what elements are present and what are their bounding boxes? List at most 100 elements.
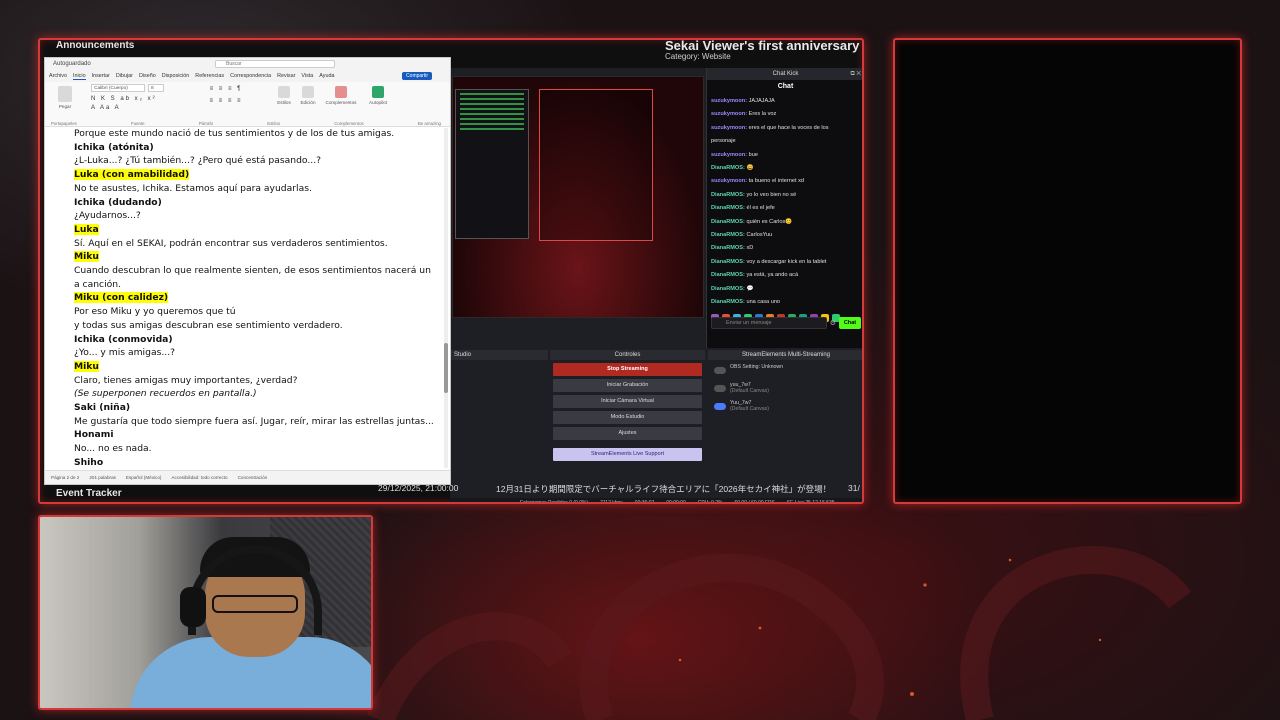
kick-chat-panel: Chat Kick ⧉ ✕ Chat suzukymoon: JAJAJAJA s… (706, 68, 862, 348)
chat-input-row: Enviar un mensaje ⚙ Chat (711, 316, 861, 330)
menu-tab[interactable]: Vista (301, 73, 313, 79)
document-line: Ichika (atónita) (74, 141, 154, 153)
chat-send-button[interactable]: Chat (839, 317, 861, 329)
sekai-anniversary-title: Sekai Viewer's first anniversary (665, 38, 860, 53)
document-line: Porque este mundo nació de tus sentimien… (74, 128, 395, 139)
controls-dock: Controles Stop Streaming Iniciar Grabaci… (550, 350, 705, 488)
stop-streaming-button[interactable]: Stop Streaming (553, 363, 702, 376)
addins-button[interactable]: Complementos (323, 84, 359, 124)
chat-input[interactable]: Enviar un mensaje (711, 317, 827, 329)
status-item: Concentración (237, 475, 268, 480)
menu-tab[interactable]: Inicio (72, 73, 86, 80)
chat-text: quién es Carlos😊 (746, 218, 793, 225)
styles-button[interactable]: Estilos (273, 84, 295, 124)
chat-username[interactable]: DianaRMOS: (711, 219, 745, 225)
chat-username[interactable]: suzukymoon: (711, 98, 747, 104)
obs-preview[interactable] (452, 76, 704, 318)
multistream-title: StreamElements Multi-Streaming (708, 350, 862, 360)
menu-tab[interactable]: Insertar (92, 73, 110, 79)
document-line: No te asustes, Ichika. Estamos aquí para… (74, 182, 312, 194)
menu-tab[interactable]: Ayuda (319, 73, 334, 79)
menu-tab[interactable]: Correspondencia (230, 73, 271, 79)
chat-message: suzukymoon: bue (711, 149, 860, 162)
chat-message: personaje (711, 135, 860, 148)
ms-row-obs: OBS Setting: Unknown (712, 364, 860, 378)
studio-dock-title: Studio (450, 350, 548, 360)
search-input[interactable]: Buscar (215, 60, 335, 68)
chat-message: DianaRMOS: 💬 (711, 283, 860, 296)
document-page[interactable]: Porque este mundo nació de tus sentimien… (45, 127, 450, 471)
share-button[interactable]: Compartir (402, 72, 432, 80)
chat-username[interactable]: DianaRMOS: (711, 245, 745, 251)
chat-message: DianaRMOS: voy a descargar kick en la ta… (711, 256, 860, 269)
font-size-select[interactable]: 8 (148, 84, 164, 92)
chat-username[interactable]: DianaRMOS: (711, 286, 745, 292)
chat-username[interactable]: DianaRMOS: (711, 299, 745, 305)
document-line: (Se superponen recuerdos en pantalla.) (74, 388, 257, 400)
obs-status-item: 00:00:00 (666, 500, 686, 504)
document-line: Me gustaría que todo siempre fuera así. … (74, 415, 434, 427)
chat-username[interactable]: DianaRMOS: (711, 259, 745, 265)
menu-tab[interactable]: Disposición (162, 73, 190, 79)
chat-username[interactable]: suzukymoon: (711, 152, 747, 158)
webcam-feed (40, 517, 371, 708)
chat-username[interactable]: suzukymoon: (711, 125, 747, 131)
chat-username[interactable]: suzukymoon: (711, 178, 747, 184)
font-name-select[interactable]: Calibri (Cuerpo) (91, 84, 145, 92)
obs-status-item: SE.Live 25.12.15.535 (786, 500, 835, 504)
close-icon[interactable]: ⧉ ✕ (850, 68, 861, 80)
chat-message: DianaRMOS: CarlosYuu (711, 229, 860, 242)
chat-username[interactable]: DianaRMOS: (711, 205, 745, 211)
chat-text: él es el jefe (746, 205, 775, 212)
document-line: ¿Ayudarnos...? (74, 210, 141, 222)
ticker-text: 12月31日より期間限定でバーチャルライフ待合エリアに「2026年セカイ神社」が… (496, 484, 832, 494)
chat-username[interactable]: DianaRMOS: (711, 165, 745, 171)
chat-text: una casa uno (746, 299, 781, 306)
document-line: ¿Yo... y mis amigas...? (74, 347, 175, 359)
toggle[interactable] (714, 367, 726, 374)
chat-username[interactable]: DianaRMOS: (711, 272, 745, 278)
document-line: Honami (74, 429, 114, 441)
word-menu-bar: Archivo Inicio Insertar Dibujar Diseño Dispos… (45, 70, 450, 82)
studio-mode-button[interactable]: Modo Estudio (553, 411, 702, 424)
paste-button[interactable]: Pegar (51, 84, 79, 124)
toggle[interactable] (714, 385, 726, 392)
menu-tab[interactable]: Dibujar (116, 73, 133, 79)
document-text[interactable]: Porque este mundo nació de tus sentimien… (74, 127, 434, 470)
menu-tab[interactable]: Diseño (139, 73, 156, 79)
document-line: No... no es nada. (74, 443, 152, 455)
chat-text: 😄 (746, 165, 754, 172)
word-ribbon: Pegar Calibri (Cuerpo) 8 N K S ab x₂ x² … (45, 82, 450, 127)
controls-title: Controles (550, 350, 705, 360)
menu-tab[interactable]: Referencias (195, 73, 224, 79)
obs-status-item: CPU: 9.2% (697, 500, 723, 504)
document-line: Claro, tienes amigas muy importantes, ¿v… (74, 374, 298, 386)
paragraph-group[interactable]: ≡ ≡ ≡ ¶ ≡ ≡ ≡ ≡ (189, 84, 263, 124)
settings-button[interactable]: Ajustes (553, 427, 702, 440)
chat-messages: suzukymoon: JAJAJAJA suzukymoon: Eres la … (707, 93, 862, 312)
gear-icon[interactable]: ⚙ (830, 319, 836, 327)
live-support-button[interactable]: StreamElements Live Support (553, 448, 702, 461)
document-line: Cuando descubran lo que realmente siente… (74, 265, 431, 277)
chat-username[interactable]: DianaRMOS: (711, 192, 745, 198)
status-item: 201 palabras (89, 475, 116, 480)
obs-status-item: 00:36:07 (634, 500, 655, 504)
chat-message: DianaRMOS: él es el jefe (711, 202, 860, 215)
chat-text: eres el que hace la voces de los (748, 124, 829, 131)
autopilot-button[interactable]: Autopilot (363, 84, 393, 124)
format-buttons[interactable]: N K S ab x₂ x² (91, 96, 171, 102)
document-line: Luka (74, 223, 99, 235)
toggle[interactable] (714, 403, 726, 410)
empty-panel-frame (893, 38, 1242, 504)
editing-button[interactable]: Edición (297, 84, 319, 124)
virtual-camera-button[interactable]: Iniciar Cámara Virtual (553, 395, 702, 408)
chat-username[interactable]: DianaRMOS: (711, 232, 745, 238)
chat-window-title: Chat Kick ⧉ ✕ (707, 68, 862, 80)
start-recording-button[interactable]: Iniciar Grabación (553, 379, 702, 392)
chat-username[interactable]: suzukymoon: (711, 111, 747, 117)
color-buttons[interactable]: A Aa A (91, 105, 171, 111)
scrollbar[interactable] (444, 128, 448, 468)
menu-tab[interactable]: Archivo (49, 73, 67, 79)
menu-tab[interactable]: Revisar (277, 73, 295, 79)
multistream-dock: StreamElements Multi-Streaming OBS Setti… (708, 350, 862, 470)
